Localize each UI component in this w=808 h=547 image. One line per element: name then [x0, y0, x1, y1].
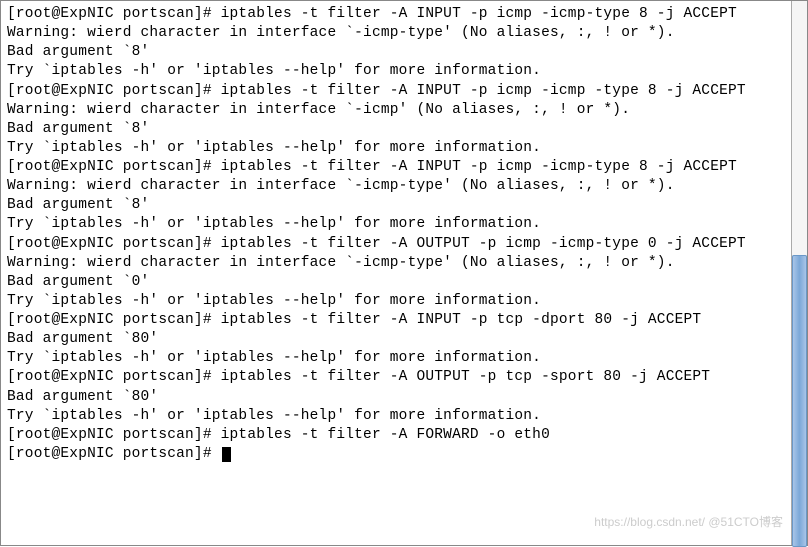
command-line: [root@ExpNIC portscan]# iptables -t filt…: [7, 5, 801, 24]
output-line: Try `iptables -h' or 'iptables --help' f…: [7, 215, 801, 234]
output-line: Try `iptables -h' or 'iptables --help' f…: [7, 62, 801, 81]
output-line: Try `iptables -h' or 'iptables --help' f…: [7, 292, 801, 311]
output-line: Warning: wierd character in interface `-…: [7, 101, 801, 120]
output-line: Bad argument `0': [7, 273, 801, 292]
command-line: [root@ExpNIC portscan]# iptables -t filt…: [7, 311, 801, 330]
output-line: Warning: wierd character in interface `-…: [7, 177, 801, 196]
output-line: Warning: wierd character in interface `-…: [7, 254, 801, 273]
terminal-output[interactable]: [root@ExpNIC portscan]# iptables -t filt…: [1, 1, 807, 468]
watermark-text: https://blog.csdn.net/ @51CTO博客: [594, 515, 783, 531]
cursor: [222, 447, 231, 462]
vertical-scrollbar[interactable]: [791, 1, 807, 545]
output-line: Bad argument `8': [7, 196, 801, 215]
scroll-thumb[interactable]: [792, 255, 807, 547]
output-line: Bad argument `8': [7, 43, 801, 62]
command-line: [root@ExpNIC portscan]# iptables -t filt…: [7, 158, 801, 177]
command-line: [root@ExpNIC portscan]# iptables -t filt…: [7, 82, 801, 101]
command-line: [root@ExpNIC portscan]# iptables -t filt…: [7, 426, 801, 445]
output-line: Try `iptables -h' or 'iptables --help' f…: [7, 349, 801, 368]
scroll-track[interactable]: [792, 1, 807, 255]
active-prompt-line: [root@ExpNIC portscan]#: [7, 445, 801, 464]
output-line: Try `iptables -h' or 'iptables --help' f…: [7, 139, 801, 158]
output-line: Bad argument `80': [7, 330, 801, 349]
command-line: [root@ExpNIC portscan]# iptables -t filt…: [7, 235, 801, 254]
output-line: Bad argument `80': [7, 388, 801, 407]
command-line: [root@ExpNIC portscan]# iptables -t filt…: [7, 368, 801, 387]
output-line: Bad argument `8': [7, 120, 801, 139]
output-line: Warning: wierd character in interface `-…: [7, 24, 801, 43]
output-line: Try `iptables -h' or 'iptables --help' f…: [7, 407, 801, 426]
